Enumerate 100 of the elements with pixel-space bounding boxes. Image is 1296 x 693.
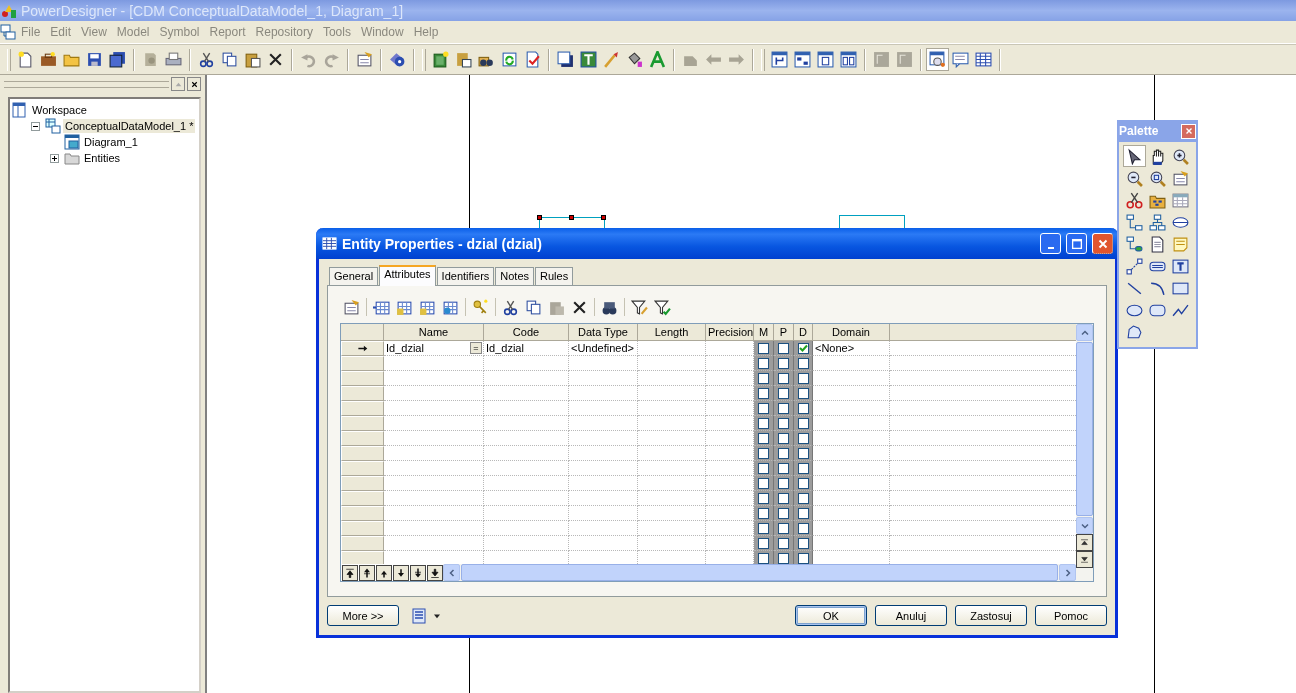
checkbox[interactable]: [758, 342, 769, 354]
column-header[interactable]: Length: [638, 324, 706, 341]
checkbox[interactable]: [758, 402, 769, 414]
checkbox[interactable]: [758, 387, 769, 399]
properties-icon[interactable]: [343, 298, 360, 316]
checkbox[interactable]: [758, 522, 769, 534]
tree-item[interactable]: Workspace: [30, 103, 89, 117]
zoom-fit-icon[interactable]: [1149, 169, 1166, 187]
comment-icon[interactable]: [952, 51, 969, 68]
new-model-icon[interactable]: [432, 51, 449, 68]
checkbox[interactable]: [778, 357, 789, 369]
checkbox[interactable]: [778, 342, 789, 354]
dialog-button[interactable]: Pomoc: [1035, 605, 1107, 626]
checkbox[interactable]: [797, 477, 809, 489]
checkbox[interactable]: [778, 477, 789, 489]
page-down-button[interactable]: [410, 564, 426, 581]
paint-bucket-icon[interactable]: [626, 51, 643, 68]
dialog-button[interactable]: Zastosuj: [955, 605, 1027, 626]
down-arrow-button[interactable]: [393, 564, 409, 581]
checkbox[interactable]: [797, 552, 809, 564]
font-icon[interactable]: [649, 51, 666, 68]
polygon-icon[interactable]: [1126, 323, 1143, 341]
tab[interactable]: Attributes: [379, 265, 436, 286]
last-row-button[interactable]: [427, 564, 443, 581]
checkbox[interactable]: [758, 537, 769, 549]
checkbox[interactable]: [778, 447, 789, 459]
checkbox[interactable]: [797, 462, 809, 474]
printer-icon[interactable]: [165, 51, 182, 68]
tree-item[interactable]: Diagram_1: [82, 135, 140, 149]
checkbox[interactable]: [758, 552, 769, 564]
first-row-button[interactable]: [342, 564, 358, 581]
paste-icon[interactable]: [244, 51, 261, 68]
checkbox[interactable]: [797, 507, 809, 519]
checkbox[interactable]: [758, 462, 769, 474]
minimize-button[interactable]: [1040, 233, 1061, 254]
filter-icon[interactable]: [631, 298, 648, 316]
diagram-icon[interactable]: [771, 51, 788, 68]
checkbox[interactable]: [797, 447, 809, 459]
delete-icon[interactable]: [267, 51, 284, 68]
filter-check-icon[interactable]: [654, 298, 671, 316]
checkbox[interactable]: [797, 537, 809, 549]
cut-icon[interactable]: [502, 298, 519, 316]
diagram-icon[interactable]: [794, 51, 811, 68]
link-icon[interactable]: [1126, 257, 1143, 275]
checkbox[interactable]: [758, 447, 769, 459]
tree-item[interactable]: ConceptualDataModel_1 *: [63, 119, 196, 133]
checkbox[interactable]: [778, 522, 789, 534]
association-link-icon[interactable]: [1126, 235, 1143, 253]
checkbox[interactable]: [797, 357, 809, 369]
move-top-button[interactable]: [1076, 534, 1093, 551]
brush-icon[interactable]: [603, 51, 620, 68]
edit-button[interactable]: =: [470, 342, 482, 354]
copy-icon[interactable]: [525, 298, 542, 316]
checkbox[interactable]: [778, 402, 789, 414]
checkbox[interactable]: [797, 342, 809, 354]
checkbox[interactable]: [758, 492, 769, 504]
inheritance-icon[interactable]: [1149, 213, 1166, 231]
column-header[interactable]: Code: [484, 324, 569, 341]
text-frame-icon[interactable]: [580, 51, 597, 68]
close-button[interactable]: [187, 77, 201, 91]
checkbox[interactable]: [778, 492, 789, 504]
pages-icon[interactable]: [840, 51, 857, 68]
checkbox[interactable]: [797, 432, 809, 444]
save-all-icon[interactable]: [109, 51, 126, 68]
checkbox[interactable]: [758, 372, 769, 384]
properties-icon[interactable]: [1172, 169, 1189, 187]
checkbox[interactable]: [758, 432, 769, 444]
checkbox[interactable]: [778, 552, 789, 564]
preview-window-icon[interactable]: [929, 51, 946, 68]
column-header[interactable]: Domain: [813, 324, 890, 341]
relationship-icon[interactable]: [1126, 213, 1143, 231]
file-icon[interactable]: [1149, 235, 1166, 253]
checkbox[interactable]: [758, 477, 769, 489]
pointer-icon[interactable]: [1126, 147, 1143, 165]
title-icon[interactable]: [1172, 257, 1189, 275]
checkbox[interactable]: [778, 462, 789, 474]
briefcase-icon[interactable]: [40, 51, 57, 68]
properties-icon[interactable]: [356, 51, 373, 68]
column-header[interactable]: M: [754, 324, 774, 341]
column-header[interactable]: P: [774, 324, 794, 341]
list-icon[interactable]: [411, 607, 427, 624]
dialog-button[interactable]: OK: [795, 605, 867, 626]
tab[interactable]: Rules: [535, 267, 574, 285]
page-icon[interactable]: [817, 51, 834, 68]
table-icon[interactable]: [975, 51, 992, 68]
check-model-icon[interactable]: [524, 51, 541, 68]
checkbox[interactable]: [778, 417, 789, 429]
maximize-button[interactable]: [1066, 233, 1087, 254]
collapse-toggle[interactable]: [31, 121, 40, 131]
column-header[interactable]: Data Type: [569, 324, 638, 341]
up-arrow-button[interactable]: [376, 564, 392, 581]
checkbox[interactable]: [797, 492, 809, 504]
more-button[interactable]: More >>: [327, 605, 399, 626]
move-bottom-button[interactable]: [1076, 551, 1093, 568]
checkbox[interactable]: [797, 372, 809, 384]
vertical-scrollbar[interactable]: [1076, 324, 1093, 581]
new-file-icon[interactable]: [17, 51, 34, 68]
horizontal-scrollbar[interactable]: [443, 564, 1076, 581]
checkbox[interactable]: [797, 402, 809, 414]
checkbox[interactable]: [797, 522, 809, 534]
